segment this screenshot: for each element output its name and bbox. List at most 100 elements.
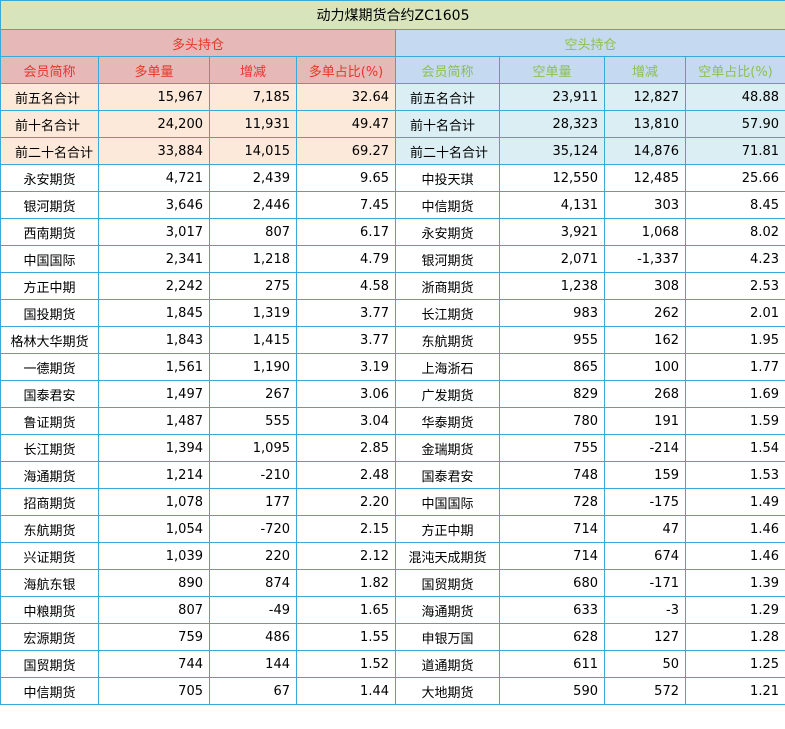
- short-share: 1.53: [685, 461, 785, 489]
- short-share: 2.53: [685, 272, 785, 300]
- short-volume: 748: [499, 461, 605, 489]
- long-change: 1,190: [209, 353, 297, 381]
- long-share: 1.65: [296, 596, 396, 624]
- short-member: 大地期货: [395, 677, 500, 705]
- summary-short-volume: 23,911: [499, 83, 605, 111]
- long-volume: 2,341: [98, 245, 210, 273]
- long-change: -720: [209, 515, 297, 543]
- long-volume: 1,039: [98, 542, 210, 570]
- summary-row: 前十名合计 24,200 11,931 49.47 前十名合计 28,323 13,810 5…: [0, 110, 785, 138]
- short-change: -175: [604, 488, 686, 516]
- long-change: -49: [209, 596, 297, 624]
- summary-short-volume: 35,124: [499, 137, 605, 165]
- short-share: 1.54: [685, 434, 785, 462]
- short-share: 2.01: [685, 299, 785, 327]
- summary-long-change: 14,015: [209, 137, 297, 165]
- long-change: 1,415: [209, 326, 297, 354]
- short-share: 4.23: [685, 245, 785, 273]
- short-member: 混沌天成期货: [395, 542, 500, 570]
- long-member: 西南期货: [0, 218, 99, 246]
- long-change: 555: [209, 407, 297, 435]
- long-change: 220: [209, 542, 297, 570]
- short-member: 道通期货: [395, 650, 500, 678]
- long-change: 2,439: [209, 164, 297, 192]
- short-share: 25.66: [685, 164, 785, 192]
- short-volume: 865: [499, 353, 605, 381]
- short-change: 100: [604, 353, 686, 381]
- short-share: 1.39: [685, 569, 785, 597]
- long-volume: 890: [98, 569, 210, 597]
- table-row: 东航期货 1,054 -720 2.15 方正中期 714 47 1.46: [0, 515, 785, 543]
- short-member: 长江期货: [395, 299, 500, 327]
- short-member: 银河期货: [395, 245, 500, 273]
- short-change: -3: [604, 596, 686, 624]
- long-volume: 2,242: [98, 272, 210, 300]
- long-share: 2.15: [296, 515, 396, 543]
- long-member: 中信期货: [0, 677, 99, 705]
- short-member: 上海浙石: [395, 353, 500, 381]
- table-row: 国投期货 1,845 1,319 3.77 长江期货 983 262 2.01: [0, 299, 785, 327]
- table-row: 中粮期货 807 -49 1.65 海通期货 633 -3 1.29: [0, 596, 785, 624]
- long-volume: 1,845: [98, 299, 210, 327]
- table-row: 中国国际 2,341 1,218 4.79 银河期货 2,071 -1,337 4.23: [0, 245, 785, 273]
- summary-short-change: 13,810: [604, 110, 686, 138]
- long-share: 6.17: [296, 218, 396, 246]
- long-change: 1,095: [209, 434, 297, 462]
- short-member: 华泰期货: [395, 407, 500, 435]
- summary-long-member: 前二十名合计: [0, 137, 99, 165]
- short-volume: 12,550: [499, 164, 605, 192]
- long-section-header: 多头持仓: [0, 29, 396, 57]
- long-share: 2.85: [296, 434, 396, 462]
- table-row: 海通期货 1,214 -210 2.48 国泰君安 748 159 1.53: [0, 461, 785, 489]
- long-share: 4.58: [296, 272, 396, 300]
- section-row: 多头持仓 空头持仓: [0, 29, 785, 57]
- long-volume: 4,721: [98, 164, 210, 192]
- short-share: 1.49: [685, 488, 785, 516]
- table-row: 兴证期货 1,039 220 2.12 混沌天成期货 714 674 1.46: [0, 542, 785, 570]
- short-volume: 780: [499, 407, 605, 435]
- summary-long-volume: 15,967: [98, 83, 210, 111]
- short-change: 159: [604, 461, 686, 489]
- long-volume: 3,017: [98, 218, 210, 246]
- short-volume: 590: [499, 677, 605, 705]
- long-change: 874: [209, 569, 297, 597]
- summary-long-change: 7,185: [209, 83, 297, 111]
- long-share: 2.12: [296, 542, 396, 570]
- summary-long-share: 49.47: [296, 110, 396, 138]
- table-row: 国贸期货 744 144 1.52 道通期货 611 50 1.25: [0, 650, 785, 678]
- long-change: 1,218: [209, 245, 297, 273]
- short-change: 12,485: [604, 164, 686, 192]
- summary-long-share: 69.27: [296, 137, 396, 165]
- short-volume: 628: [499, 623, 605, 651]
- long-member: 一德期货: [0, 353, 99, 381]
- table-row: 永安期货 4,721 2,439 9.65 中投天琪 12,550 12,485 25.66: [0, 164, 785, 192]
- table-row: 方正中期 2,242 275 4.58 浙商期货 1,238 308 2.53: [0, 272, 785, 300]
- table-row: 招商期货 1,078 177 2.20 中国国际 728 -175 1.49: [0, 488, 785, 516]
- long-share: 4.79: [296, 245, 396, 273]
- table-row: 西南期货 3,017 807 6.17 永安期货 3,921 1,068 8.02: [0, 218, 785, 246]
- long-share: 3.77: [296, 299, 396, 327]
- long-volume: 3,646: [98, 191, 210, 219]
- summary-short-change: 12,827: [604, 83, 686, 111]
- long-volume: 1,078: [98, 488, 210, 516]
- table-row: 中信期货 705 67 1.44 大地期货 590 572 1.21: [0, 677, 785, 705]
- table-row: 一德期货 1,561 1,190 3.19 上海浙石 865 100 1.77: [0, 353, 785, 381]
- short-section-header: 空头持仓: [395, 29, 785, 57]
- long-change: 807: [209, 218, 297, 246]
- short-change: -1,337: [604, 245, 686, 273]
- long-member: 格林大华期货: [0, 326, 99, 354]
- long-volume: 1,487: [98, 407, 210, 435]
- long-member: 永安期货: [0, 164, 99, 192]
- short-change: 127: [604, 623, 686, 651]
- long-member: 国贸期货: [0, 650, 99, 678]
- long-volume: 1,497: [98, 380, 210, 408]
- short-share: 1.69: [685, 380, 785, 408]
- short-change: 47: [604, 515, 686, 543]
- table-row: 海航东银 890 874 1.82 国贸期货 680 -171 1.39: [0, 569, 785, 597]
- title-row: 动力煤期货合约ZC1605: [0, 0, 785, 30]
- summary-short-share: 48.88: [685, 83, 785, 111]
- short-volume: 611: [499, 650, 605, 678]
- short-share: 1.29: [685, 596, 785, 624]
- short-member: 中投天琪: [395, 164, 500, 192]
- short-change: 262: [604, 299, 686, 327]
